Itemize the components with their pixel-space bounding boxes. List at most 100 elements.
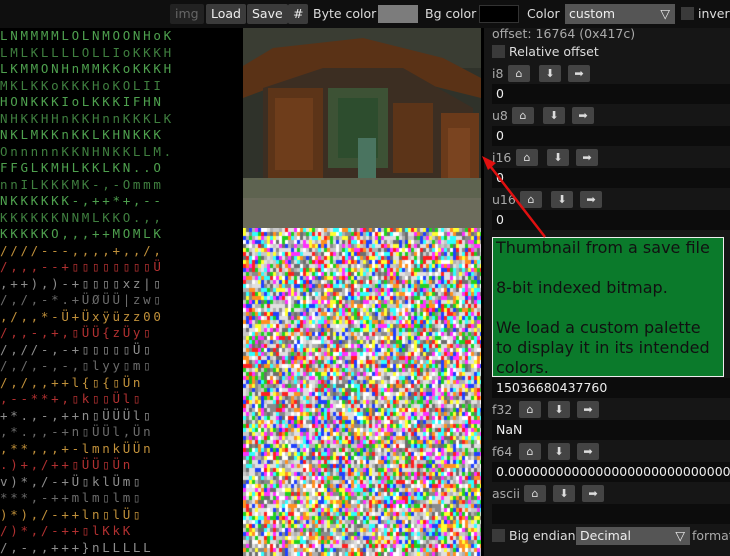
hex-row: ,--**+,▯k▯▯Ül▯ [0,391,144,406]
tag-icon[interactable]: ⌂ [516,149,538,166]
ascii-value[interactable] [492,504,730,524]
format-select-value: Decimal [580,528,631,543]
save-button[interactable]: Save [247,4,288,24]
hex-row: ***,-++mlm▯lm▯ [0,490,144,505]
hex-row: LNMMMMLOLNMOONHoK [0,28,174,43]
hex-row: KKKKKO,,,++MOMLK [0,226,164,241]
u64-value[interactable]: 15036680437760 [492,378,730,398]
color-select[interactable]: custom ▽ [565,4,675,24]
hash-button[interactable]: # [288,4,309,24]
hex-row: .)+,/++▯ÜÜ▯Ün [0,457,133,472]
format-select[interactable]: Decimal ▽ [576,527,690,545]
tag-icon[interactable]: ⌂ [519,443,541,460]
tag-icon[interactable]: ⌂ [512,107,534,124]
right-arrow-icon[interactable]: ➡ [582,485,604,502]
hex-row: ,/,,*-Ü+Üxÿüzz00 [0,308,164,324]
chevron-down-icon: ▽ [675,528,685,543]
hex-row: v)*,/-+Ü▯klÜm▯ [0,473,144,489]
type-label: i16 [492,150,512,165]
hex-row: /,/,-*.+ÜØÜÜ|zw▯ [0,292,164,307]
annotation-line: 8-bit indexed bitmap. [496,278,668,297]
down-arrow-icon[interactable]: ⬇ [548,443,570,460]
img-button[interactable]: img [170,4,204,24]
hex-row: NKKKKKK-,++*+,-- [0,193,164,208]
byte-color-swatch[interactable] [378,5,418,23]
annotation-spacer [496,298,720,318]
chevron-down-icon: ▽ [660,6,670,21]
hex-row: NHKKHHnKKHnnKKKLK [0,110,174,126]
annotation-line: We load a custom palette to display it i… [496,318,710,377]
hex-row: /,/,-,-,▯lyy▯m▯ [0,358,154,373]
bg-color-swatch[interactable] [479,5,519,23]
palette-noise-bitmap [243,228,481,556]
hex-row: ,**,,,+-lmnkÜÜn [0,440,154,456]
checkbox-box [492,45,505,58]
hex-row: LMLKLLLLOLLIoKKKH [0,44,174,60]
hex-row: )*),/-++ln▯lÜ▯ [0,506,144,522]
f64-label: f64 [492,444,513,459]
f32-label: f32 [492,402,513,417]
right-arrow-icon[interactable]: ➡ [577,401,599,418]
right-arrow-icon[interactable]: ➡ [576,149,598,166]
color-label: Color [527,6,560,21]
hex-row: ////---,,,,+,,/, [0,242,164,258]
hex-row: HONKKKIoLKKKIFHN [0,94,164,109]
type-value[interactable]: 0 [492,168,730,188]
f64-value[interactable]: 0.000000000000000000000000000000000 [492,462,730,482]
relative-offset-checkbox[interactable]: Relative offset [484,42,730,62]
checkbox-box [681,7,694,20]
hex-view[interactable]: LNMMMMLOLNMOONHoK LMLKLLLLOLLIoKKKH LKMMON… [0,28,240,556]
down-arrow-icon[interactable]: ⬇ [548,401,570,418]
hex-row: nnILKKKMK-,-Ommm [0,176,164,192]
invert-label: invert [698,6,730,21]
right-arrow-icon[interactable]: ➡ [572,107,594,124]
byte-color-label: Byte color [313,6,377,21]
hex-row: ,++),)-+▯▯▯▯xz|▯ [0,275,164,291]
hex-row: /,/,,++l{▯{▯Ün [0,374,144,390]
annotation-spacer [496,258,720,278]
right-arrow-icon[interactable]: ➡ [568,65,590,82]
invert-checkbox[interactable]: invert [681,4,730,24]
right-arrow-icon[interactable]: ➡ [577,443,599,460]
bg-color-label: Bg color [425,6,477,21]
hex-row: /,//-,-+▯▯▯▯▯Ü▯ [0,341,154,357]
image-view[interactable] [243,28,481,556]
big-endian-checkbox[interactable]: Big endian [492,526,576,546]
hex-row: ,*.,,-+n▯ÜÜl,Ün [0,424,154,439]
format-label: format [692,528,730,543]
hex-row: /,,-,+,▯ÜÜ{zÜy▯ [0,325,154,340]
hex-row: MKLKKoKKKHoKOLII [0,77,164,93]
hex-row: /,-,,+++}nLLLLL [0,539,154,555]
hex-row: OnnnnnKKNHNKKLLM. [0,143,174,159]
type-value[interactable]: 0 [492,126,730,146]
down-arrow-icon[interactable]: ⬇ [551,191,573,208]
hex-row: KKKKKKNNMLKKO.,, [0,209,164,225]
type-label: i8 [492,66,504,81]
load-button[interactable]: Load [206,4,246,24]
annotation-line: Thumbnail from a save file [496,238,710,257]
toolbar: img Load Save # Byte color Bg color Colo… [0,0,730,28]
type-value[interactable]: 0 [492,84,730,104]
down-arrow-icon[interactable]: ⬇ [547,149,569,166]
type-value[interactable]: 0 [492,210,730,230]
hex-row: LKMMONHnMMKKoKKKH [0,61,174,76]
down-arrow-icon[interactable]: ⬇ [543,107,565,124]
tag-icon[interactable]: ⌂ [524,485,546,502]
down-arrow-icon[interactable]: ⬇ [539,65,561,82]
down-arrow-icon[interactable]: ⬇ [553,485,575,502]
right-arrow-icon[interactable]: ➡ [580,191,602,208]
color-select-value: custom [569,6,616,21]
tag-icon[interactable]: ⌂ [519,401,541,418]
hex-row: /)*,/-++▯lKkK [0,523,133,538]
checkbox-box [492,529,505,542]
thumbnail-image [243,28,481,228]
tag-icon[interactable]: ⌂ [508,65,530,82]
big-endian-label: Big endian [509,528,576,543]
ascii-label: ascii [492,486,520,501]
hex-row: NKLMKKnKKLKHNKKK [0,127,164,142]
hex-row: /,,,--+▯▯▯▯▯▯▯▯Ü [0,259,164,274]
type-label: u8 [492,108,508,123]
relative-offset-label: Relative offset [509,44,599,59]
tag-icon[interactable]: ⌂ [520,191,542,208]
f32-value[interactable]: NaN [492,420,730,440]
